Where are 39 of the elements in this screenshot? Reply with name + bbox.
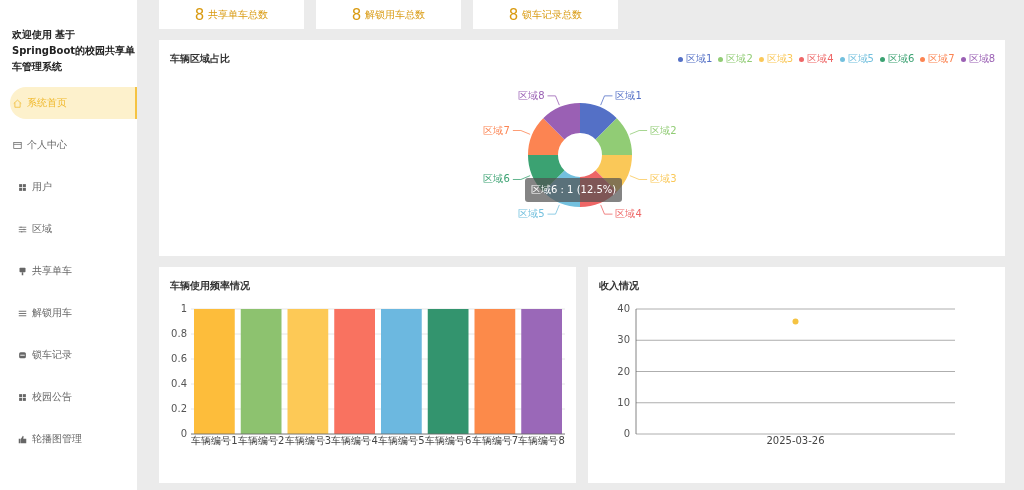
- app-title: 欢迎使用 基于SpringBoot的校园共享单车管理系统: [11, 28, 137, 74]
- axis-tick-label: 0.4: [171, 378, 187, 389]
- stat-value: 8: [351, 6, 362, 23]
- axis-tick-label: 10: [617, 396, 630, 408]
- axis-tick-label: 30: [617, 334, 630, 346]
- axis-category-label: 车辆编号5: [378, 435, 425, 446]
- axis-category-label: 车辆编号7: [471, 435, 519, 446]
- axis-category-label: 车辆编号6: [424, 435, 472, 446]
- slice-label: 区域2: [650, 124, 677, 136]
- stat-value: 8: [194, 6, 205, 23]
- axis-tick-label: 0.8: [171, 328, 187, 339]
- axis-category-label: 车辆编号8: [518, 435, 565, 446]
- axis-category-label: 车辆编号4: [331, 435, 378, 446]
- slice-label: 区域7: [483, 124, 510, 136]
- slice-label: 区域3: [650, 173, 677, 185]
- axis-category-label: 2025-03-26: [766, 435, 825, 446]
- stat-label: 共享单车总数: [208, 8, 269, 21]
- stat-label: 锁车记录总数: [522, 8, 583, 21]
- stat-value: 8: [508, 6, 519, 23]
- slice-label: 区域5: [518, 208, 545, 220]
- axis-category-label: 车辆编号1: [191, 435, 238, 446]
- axis-category-label: 车辆编号3: [284, 435, 332, 446]
- slice-label: 区域8: [518, 89, 545, 101]
- stat-label: 解锁用车总数: [365, 8, 426, 21]
- chart-tooltip: 区域6 : 1 (12.5%): [525, 178, 623, 202]
- axis-tick-label: 0.6: [171, 353, 187, 364]
- axis-tick-label: 20: [617, 365, 630, 377]
- slice-label: 区域4: [615, 208, 642, 220]
- axis-category-label: 车辆编号2: [237, 435, 285, 446]
- chart-title: 车辆使用频率情况: [169, 279, 251, 293]
- slice-label: 区域1: [615, 89, 642, 101]
- axis-tick-label: 0: [623, 428, 630, 439]
- axis-tick-label: 1: [180, 303, 187, 314]
- slice-label: 区域6: [483, 173, 510, 185]
- chart-title: 收入情况: [598, 279, 640, 293]
- axis-tick-label: 0: [180, 428, 187, 439]
- chart-title: 车辆区域占比: [170, 52, 230, 66]
- axis-tick-label: 0.2: [171, 403, 187, 414]
- axis-tick-label: 40: [617, 303, 630, 314]
